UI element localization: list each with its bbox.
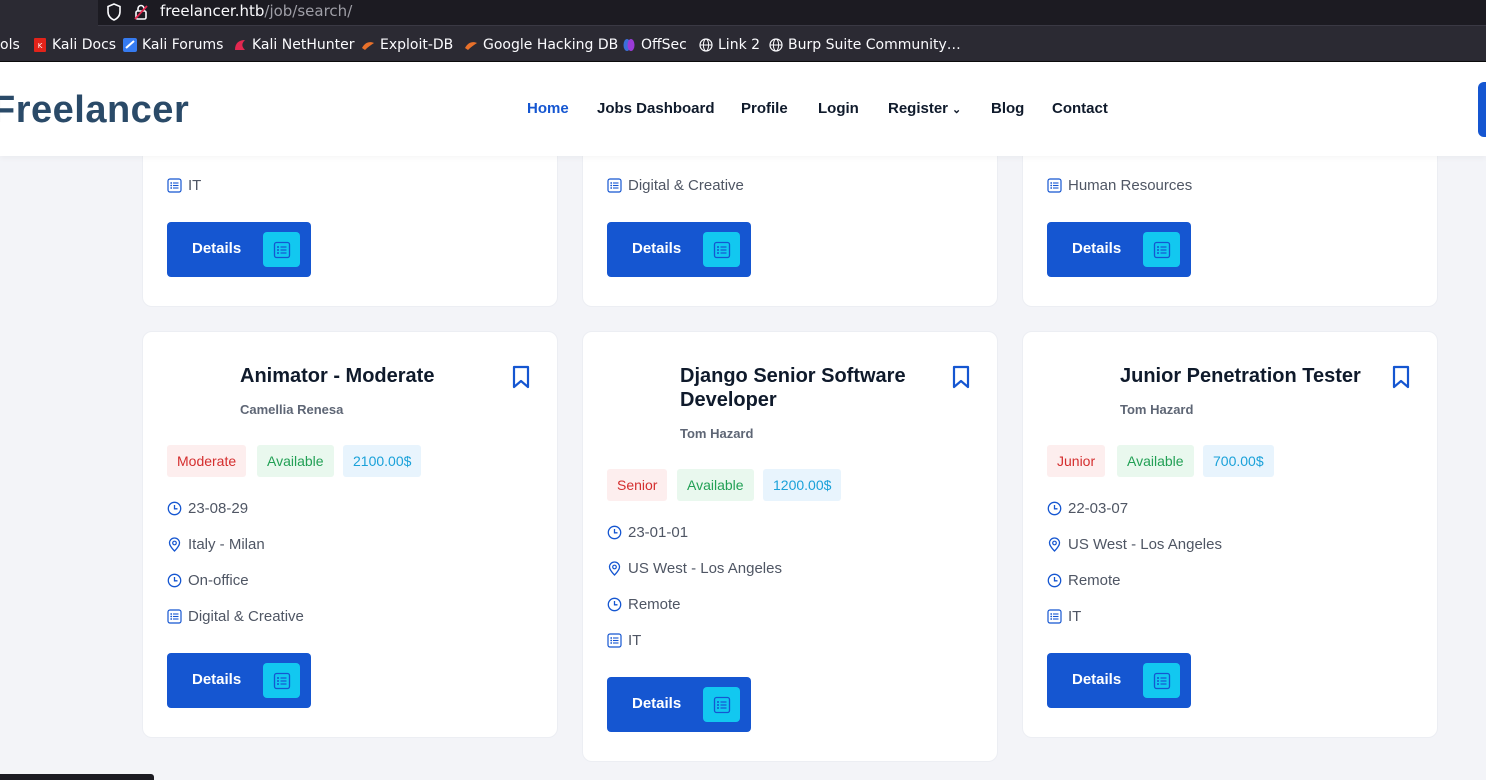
bookmark-offsec[interactable]: OffSec bbox=[622, 36, 687, 54]
list-icon bbox=[1143, 663, 1180, 698]
clock-icon bbox=[167, 573, 182, 588]
bookmark-google-hacking-db[interactable]: Google Hacking DB bbox=[464, 36, 618, 54]
bookmark-kali-nethunter[interactable]: Kali NetHunter bbox=[233, 36, 354, 54]
job-category: IT bbox=[167, 177, 201, 194]
bookmark-icon[interactable] bbox=[511, 365, 531, 389]
bookmark-tools[interactable]: ols bbox=[0, 36, 20, 54]
globe-icon bbox=[699, 38, 713, 52]
nav-login[interactable]: Login bbox=[818, 100, 859, 117]
bookmark-exploit-db[interactable]: Exploit-DB bbox=[361, 36, 453, 54]
bookmark-icon[interactable] bbox=[951, 365, 971, 389]
lock-insecure-icon[interactable] bbox=[134, 3, 148, 21]
job-location: US West - Los Angeles bbox=[1047, 536, 1222, 553]
bookmark-link-2[interactable]: Link 2 bbox=[699, 36, 760, 54]
site-header: Freelancer Home Jobs Dashboard Profile L… bbox=[0, 62, 1486, 156]
list-icon bbox=[607, 178, 622, 193]
offsec-icon bbox=[623, 39, 635, 51]
header-action-button[interactable] bbox=[1478, 82, 1486, 137]
site-logo[interactable]: Freelancer bbox=[0, 89, 189, 132]
job-card: Django Senior Software Developer Tom Haz… bbox=[582, 331, 998, 762]
status-badge: Available bbox=[1117, 445, 1194, 477]
job-category: Human Resources bbox=[1047, 177, 1192, 194]
svg-text:K: K bbox=[38, 42, 43, 50]
salary-badge: 700.00$ bbox=[1203, 445, 1274, 477]
map-pin-icon bbox=[168, 537, 181, 552]
details-button[interactable]: Details bbox=[167, 222, 311, 277]
clock-icon bbox=[167, 501, 182, 516]
exploit-db-icon bbox=[362, 42, 374, 50]
browser-url-bar: freelancer.htb/job/search/ bbox=[0, 0, 1486, 26]
job-date: 23-01-01 bbox=[607, 524, 688, 541]
bookmark-kali-forums[interactable]: Kali Forums bbox=[123, 36, 223, 54]
clock-icon bbox=[607, 597, 622, 612]
job-title[interactable]: Animator - Moderate bbox=[240, 364, 500, 388]
list-icon bbox=[607, 633, 622, 648]
list-icon bbox=[1047, 178, 1062, 193]
list-icon bbox=[1047, 609, 1062, 624]
job-work-mode: Remote bbox=[1047, 572, 1121, 589]
level-badge: Moderate bbox=[167, 445, 247, 477]
status-overlay-bar bbox=[0, 774, 154, 780]
clock-icon bbox=[1047, 501, 1062, 516]
nav-blog[interactable]: Blog bbox=[991, 100, 1024, 117]
list-icon bbox=[1143, 232, 1180, 267]
nav-register[interactable]: Register ⌄ bbox=[888, 100, 961, 117]
job-category: Digital & Creative bbox=[167, 608, 304, 625]
status-badge: Available bbox=[257, 445, 334, 477]
details-button[interactable]: Details bbox=[607, 222, 751, 277]
salary-badge: 2100.00$ bbox=[343, 445, 422, 477]
kali-nethunter-icon bbox=[235, 40, 245, 50]
list-icon bbox=[263, 663, 300, 698]
map-pin-icon bbox=[1048, 537, 1061, 552]
company-name: Tom Hazard bbox=[680, 426, 754, 441]
bookmark-burp-suite[interactable]: Burp Suite Community… bbox=[769, 36, 961, 54]
job-category: IT bbox=[1047, 608, 1081, 625]
map-pin-icon bbox=[608, 561, 621, 576]
list-icon bbox=[263, 232, 300, 267]
details-button[interactable]: Details bbox=[1047, 653, 1191, 708]
kali-forums-icon bbox=[123, 38, 137, 52]
chevron-down-icon: ⌄ bbox=[952, 104, 962, 116]
level-badge: Senior bbox=[607, 469, 668, 501]
job-title[interactable]: Django Senior Software Developer bbox=[680, 364, 930, 412]
url-text[interactable]: freelancer.htb/job/search/ bbox=[160, 2, 352, 20]
nav-jobs-dashboard[interactable]: Jobs Dashboard bbox=[597, 100, 715, 117]
nav-home[interactable]: Home bbox=[527, 100, 569, 117]
ghdb-icon bbox=[465, 42, 477, 50]
nav-profile[interactable]: Profile bbox=[741, 100, 788, 117]
job-work-mode: Remote bbox=[607, 596, 681, 613]
job-category: IT bbox=[607, 632, 641, 649]
job-date: 23-08-29 bbox=[167, 500, 248, 517]
job-date: 22-03-07 bbox=[1047, 500, 1128, 517]
globe-icon bbox=[769, 38, 783, 52]
kali-docs-icon: K bbox=[34, 38, 46, 52]
job-category: Digital & Creative bbox=[607, 177, 744, 194]
job-location: US West - Los Angeles bbox=[607, 560, 782, 577]
job-card: Junior Penetration Tester Tom Hazard Jun… bbox=[1022, 331, 1438, 738]
details-button[interactable]: Details bbox=[607, 677, 751, 732]
list-icon bbox=[703, 232, 740, 267]
list-icon bbox=[167, 609, 182, 624]
job-location: Italy - Milan bbox=[167, 536, 265, 553]
nav-contact[interactable]: Contact bbox=[1052, 100, 1108, 117]
status-badge: Available bbox=[677, 469, 754, 501]
job-title[interactable]: Junior Penetration Tester bbox=[1120, 364, 1380, 388]
list-icon bbox=[167, 178, 182, 193]
bookmark-kali-docs[interactable]: K Kali Docs bbox=[33, 36, 116, 54]
details-button[interactable]: Details bbox=[1047, 222, 1191, 277]
clock-icon bbox=[607, 525, 622, 540]
level-badge: Junior bbox=[1047, 445, 1106, 477]
shield-icon[interactable] bbox=[106, 3, 122, 21]
bookmarks-toolbar: ols K Kali Docs Kali Forums Kali NetHunt… bbox=[0, 26, 1486, 62]
company-name: Tom Hazard bbox=[1120, 402, 1194, 417]
company-name: Camellia Renesa bbox=[240, 402, 344, 417]
job-work-mode: On-office bbox=[167, 572, 249, 589]
salary-badge: 1200.00$ bbox=[763, 469, 842, 501]
bookmark-icon[interactable] bbox=[1391, 365, 1411, 389]
clock-icon bbox=[1047, 573, 1062, 588]
job-card: Animator - Moderate Camellia Renesa Mode… bbox=[142, 331, 558, 738]
list-icon bbox=[703, 687, 740, 722]
details-button[interactable]: Details bbox=[167, 653, 311, 708]
